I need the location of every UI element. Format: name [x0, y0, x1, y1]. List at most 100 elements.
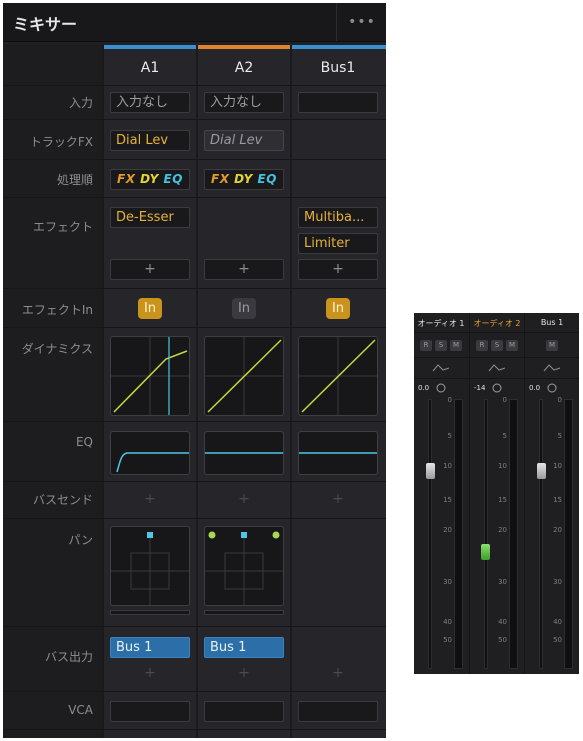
add-bus-send-a2[interactable]: +	[198, 491, 290, 507]
pan-width-slider-a1[interactable]	[110, 610, 190, 615]
pan-knob-icon[interactable]	[547, 383, 557, 393]
scale-tick: 30	[553, 578, 562, 586]
scale-tick: 20	[443, 526, 452, 534]
more-options-button[interactable]: •••	[336, 3, 386, 41]
order-dy-label: DY	[140, 172, 159, 186]
volume-fader-3[interactable]	[537, 463, 546, 479]
record-button-1[interactable]: R	[420, 340, 432, 351]
vca-select-bus1[interactable]	[298, 701, 378, 722]
dynamics-graph-a2[interactable]	[204, 336, 284, 416]
effect-slot-bus1-2[interactable]: Limiter	[298, 233, 378, 254]
solo-button-2[interactable]: S	[491, 340, 503, 351]
input-select-bus1[interactable]	[298, 92, 378, 113]
add-bus-output-a2[interactable]: +	[198, 665, 290, 681]
scale-tick: 5	[502, 432, 507, 440]
add-effect-button-a2[interactable]: +	[204, 259, 284, 280]
scale-tick: 15	[498, 496, 507, 504]
scale-tick: 30	[498, 578, 507, 586]
mixer-title: ミキサー	[13, 15, 78, 34]
mute-button-1[interactable]: M	[450, 340, 462, 351]
level-meter-2	[509, 399, 518, 669]
scale-tick: 10	[553, 462, 562, 470]
channel-name-bus1[interactable]: Bus1	[292, 60, 384, 76]
bus-output-a2[interactable]: Bus 1	[204, 637, 284, 658]
track-fx-a2[interactable]: Dial Lev	[204, 130, 284, 151]
mini-channel-name-1[interactable]: オーディオ 1	[414, 318, 468, 329]
pan-knob-icon[interactable]	[492, 383, 502, 393]
record-button-2[interactable]: R	[476, 340, 488, 351]
mute-button-3[interactable]: M	[546, 340, 558, 351]
scale-tick: 5	[447, 432, 452, 440]
mixer-header: ミキサー •••	[3, 3, 386, 42]
input-select-a2[interactable]: 入力なし	[204, 92, 284, 113]
add-bus-send-a1[interactable]: +	[104, 491, 196, 507]
fader-value-3: 0.0	[529, 384, 541, 392]
input-select-a1[interactable]: 入力なし	[110, 92, 190, 113]
row-label-bus-send: バスセンド	[32, 493, 93, 507]
row-label-dynamics: ダイナミクス	[21, 342, 93, 356]
volume-fader-2[interactable]	[481, 544, 490, 560]
channel-color-bar	[104, 45, 196, 49]
scale-tick: 50	[553, 636, 562, 644]
vca-select-a2[interactable]	[204, 701, 284, 722]
scale-tick: 30	[443, 578, 452, 586]
mini-channel-name-2[interactable]: オーディオ 2	[470, 318, 524, 329]
vca-select-a1[interactable]	[110, 701, 190, 722]
mute-button-2[interactable]: M	[506, 340, 518, 351]
add-bus-send-bus1[interactable]: +	[292, 491, 384, 507]
processing-order-a2[interactable]: FX DY EQ	[204, 169, 284, 190]
channel-name-a1[interactable]: A1	[104, 60, 196, 76]
track-fx-a1[interactable]: Dial Lev	[110, 130, 190, 151]
row-label-input: 入力	[68, 96, 93, 110]
effect-in-toggle-a2[interactable]: In	[232, 298, 256, 319]
solo-button-1[interactable]: S	[435, 340, 447, 351]
pan-grid	[205, 531, 283, 605]
pan-width-slider-a2[interactable]	[204, 610, 284, 615]
bus-output-a1[interactable]: Bus 1	[110, 637, 190, 658]
order-dy-label: DY	[234, 172, 253, 186]
effect-in-toggle-a1[interactable]: In	[138, 298, 162, 319]
eq-mini-icon[interactable]	[543, 363, 561, 373]
eq-mini-icon[interactable]	[488, 363, 506, 373]
fader-track-1[interactable]	[428, 399, 432, 669]
channel-name-a2[interactable]: A2	[198, 60, 290, 76]
add-bus-output-a1[interactable]: +	[104, 665, 196, 681]
level-meter-3	[564, 399, 573, 669]
processing-order-a1[interactable]: FX DY EQ	[110, 169, 190, 190]
pan-control-a1[interactable]	[110, 526, 190, 606]
dynamics-graph-bus1[interactable]	[298, 336, 378, 416]
scale-tick: 40	[498, 618, 507, 626]
eq-curve	[116, 452, 189, 473]
order-fx-label: FX	[117, 172, 136, 186]
scale-tick: 40	[553, 618, 562, 626]
row-label-eq: EQ	[75, 435, 93, 449]
row-label-bus-out: バス出力	[44, 650, 93, 664]
dynamics-graph-a1[interactable]	[110, 336, 190, 416]
mini-channel-name-3[interactable]: Bus 1	[525, 318, 579, 327]
scale-tick: 0	[557, 396, 562, 404]
channel-color-bar	[198, 45, 290, 49]
eq-graph-a1[interactable]	[110, 431, 190, 475]
volume-fader-1[interactable]	[426, 463, 435, 479]
add-bus-output-bus1[interactable]: +	[292, 665, 384, 681]
eq-mini-icon[interactable]	[432, 363, 450, 373]
effect-slot-a1-1[interactable]: De-Esser	[110, 207, 190, 228]
eq-graph-a2[interactable]	[204, 431, 284, 475]
order-fx-label: FX	[211, 172, 230, 186]
eq-graph-bus1[interactable]	[298, 431, 378, 475]
eq-curve	[299, 452, 377, 454]
scale-tick: 40	[443, 618, 452, 626]
scale-tick: 10	[498, 462, 507, 470]
fader-track-3[interactable]	[539, 399, 543, 669]
pan-control-a2[interactable]	[204, 526, 284, 606]
fader-track-2[interactable]	[484, 399, 488, 669]
scale-tick: 10	[443, 462, 452, 470]
dynamics-curve	[299, 337, 377, 415]
effect-in-toggle-bus1[interactable]: In	[326, 298, 350, 319]
effect-slot-bus1-1[interactable]: Multiba...	[298, 207, 378, 228]
pan-knob-icon[interactable]	[436, 383, 446, 393]
channel-color-bar	[292, 45, 386, 49]
add-effect-button-a1[interactable]: +	[110, 259, 190, 280]
row-label-pan: パン	[68, 533, 93, 547]
add-effect-button-bus1[interactable]: +	[298, 259, 378, 280]
